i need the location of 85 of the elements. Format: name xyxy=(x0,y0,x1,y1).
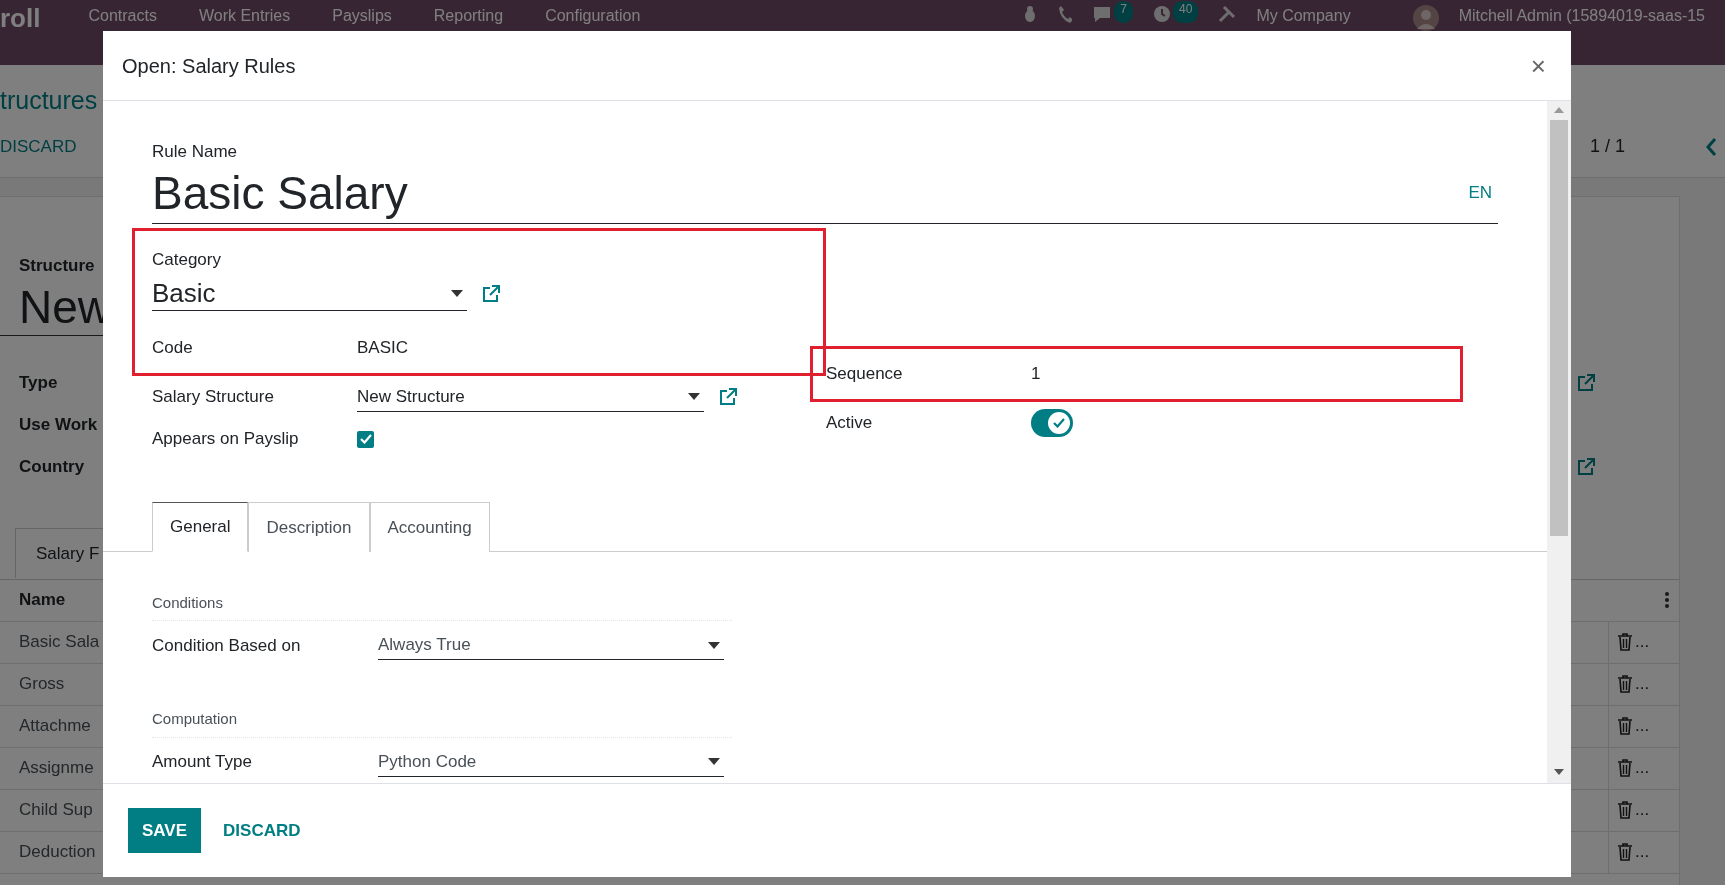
language-button[interactable]: EN xyxy=(1468,179,1492,206)
table-cell-text: Basic Sala xyxy=(18,631,100,654)
field-label: Code xyxy=(152,337,194,360)
pager-text: 1 / 1 xyxy=(1589,135,1625,158)
app-name[interactable]: roll xyxy=(0,5,41,31)
field-label: Amount Type xyxy=(152,751,253,774)
company-switcher[interactable]: My Company xyxy=(1256,5,1351,27)
clock-icon[interactable] xyxy=(1153,5,1172,23)
field-label: Country xyxy=(19,455,85,478)
select-value: Basic xyxy=(152,277,216,310)
select-field[interactable]: Basic xyxy=(152,276,467,311)
dropdown-caret-icon[interactable] xyxy=(708,758,720,765)
field-label: Rule Name xyxy=(152,141,239,163)
rule-name-value: Basic Salary xyxy=(152,165,408,221)
trash-icon[interactable] xyxy=(1617,843,1633,861)
section-title: Computation xyxy=(152,708,732,738)
tab[interactable]: General xyxy=(152,502,249,552)
field-label: Appears on Payslip xyxy=(152,428,300,451)
trash-icon[interactable] xyxy=(1617,717,1633,735)
field-label: Salary Structure xyxy=(152,386,275,409)
table-cell-text: Attachme xyxy=(18,715,91,738)
menu-item[interactable]: Work Entries xyxy=(198,5,291,27)
dropdown-caret-icon[interactable] xyxy=(688,393,700,400)
toggle-switch[interactable] xyxy=(1031,408,1073,437)
tab[interactable]: Description xyxy=(248,502,370,552)
save-button[interactable]: SAVE xyxy=(128,807,202,854)
select-field[interactable]: Always True xyxy=(378,631,724,660)
notification-badge: 40 xyxy=(1173,1,1199,23)
field-label: Condition Based on xyxy=(152,634,302,657)
scrollbar[interactable] xyxy=(1547,101,1571,783)
close-button[interactable]: × xyxy=(1524,52,1552,79)
menu-item[interactable]: Reporting xyxy=(433,5,504,27)
section-title: Conditions xyxy=(152,591,732,621)
chat-icon[interactable] xyxy=(1092,5,1113,23)
table-cell-text: Child Sup xyxy=(18,799,93,822)
field-label: Structure xyxy=(19,255,95,277)
dialog-title: Open: Salary Rules xyxy=(122,53,296,79)
tab[interactable]: Accounting xyxy=(369,502,490,552)
ellipsis-text: ... xyxy=(1635,799,1650,822)
table-cell-text: Deduction xyxy=(18,841,96,864)
user-menu[interactable]: Mitchell Admin (15894019-saas-15 xyxy=(1458,5,1705,27)
ellipsis-text: ... xyxy=(1635,715,1650,738)
external-link-icon[interactable] xyxy=(1576,372,1596,393)
ellipsis-text: ... xyxy=(1635,841,1650,864)
trash-icon[interactable] xyxy=(1617,759,1633,777)
menu-item[interactable]: Contracts xyxy=(88,5,157,27)
field-label: Category xyxy=(152,248,221,271)
ellipsis-text: ... xyxy=(1635,631,1650,654)
table-cell-text: Gross xyxy=(18,673,65,696)
external-link-icon[interactable] xyxy=(1576,456,1596,477)
dropdown-caret-icon[interactable] xyxy=(708,641,720,649)
column-header: Name xyxy=(19,589,66,612)
phone-icon[interactable] xyxy=(1058,5,1073,23)
trash-icon[interactable] xyxy=(1617,675,1633,693)
notification-badge: 7 xyxy=(1114,1,1134,23)
discard-button[interactable]: DISCARD xyxy=(213,807,311,854)
dropdown-caret-icon[interactable] xyxy=(451,289,463,297)
ellipsis-text: ... xyxy=(1635,673,1650,696)
select-value: Python Code xyxy=(378,750,477,773)
select-field[interactable]: New Structure xyxy=(357,382,704,412)
menu-item[interactable]: Payslips xyxy=(332,5,392,27)
field-label: Sequence xyxy=(826,362,904,385)
kebab-menu-icon[interactable] xyxy=(1665,592,1669,608)
field-label: Active xyxy=(826,411,874,434)
check-icon xyxy=(1053,417,1065,428)
avatar-icon[interactable] xyxy=(1412,5,1439,31)
check-icon xyxy=(359,434,372,444)
external-link-icon[interactable] xyxy=(718,387,738,407)
text-field[interactable]: BASIC xyxy=(357,335,409,361)
select-field[interactable]: Python Code xyxy=(378,747,724,777)
menu-item[interactable]: Configuration xyxy=(545,5,641,27)
checkbox[interactable] xyxy=(357,430,374,448)
discard-button[interactable]: DISCARD xyxy=(0,133,77,160)
rule-name-field[interactable]: Basic Salary EN xyxy=(152,164,1498,224)
table-cell-text: Assignme xyxy=(18,757,94,780)
ellipsis-text: ... xyxy=(1635,757,1650,780)
select-value: New Structure xyxy=(357,385,465,408)
chevron-left-icon[interactable] xyxy=(1705,136,1717,157)
select-value: Always True xyxy=(378,634,471,656)
external-link-icon[interactable] xyxy=(481,283,501,304)
field-label: Use Work xyxy=(19,413,98,436)
trash-icon[interactable] xyxy=(1617,801,1633,819)
trash-icon[interactable] xyxy=(1617,633,1633,651)
text-field[interactable]: 1 xyxy=(1031,360,1041,387)
field-label: Type xyxy=(19,371,58,394)
